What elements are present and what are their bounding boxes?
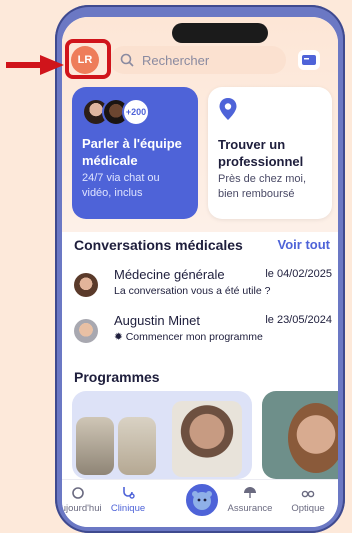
search-placeholder: Rechercher (142, 52, 210, 68)
conversation-name: Médecine générale (114, 267, 225, 282)
insurance-card-button[interactable] (298, 50, 320, 70)
conversation-subtitle-text: Commencer mon programme (125, 331, 263, 343)
tab-clinic[interactable]: Clinique (100, 486, 156, 514)
find-professional-card[interactable]: Trouver un professionnel Près de chez mo… (208, 87, 332, 219)
app-screen: LR Rechercher +200 Parler à l'équipe méd… (62, 17, 338, 527)
conversation-date: le 23/05/2024 (265, 314, 332, 326)
search-icon (120, 53, 134, 67)
conversation-date: le 04/02/2025 (265, 268, 332, 280)
bottom-tab-bar: Aujourd'hui Clinique Assurance Optique (62, 479, 338, 527)
program-photo (76, 417, 114, 475)
tab-label: Optique (291, 503, 325, 514)
home-icon (72, 487, 84, 499)
coach-avatar (74, 319, 98, 343)
doctors-avatars: +200 (82, 97, 188, 127)
tab-optics[interactable]: Optique (280, 486, 336, 514)
see-all-link[interactable]: Voir tout (278, 237, 330, 252)
tab-label: Aujourd'hui (62, 503, 102, 514)
search-bar[interactable]: Rechercher (110, 46, 286, 74)
location-pin-icon (219, 98, 237, 120)
tab-insurance[interactable]: Assurance (222, 486, 278, 514)
doctor-avatar (74, 273, 98, 297)
glasses-icon (301, 490, 315, 498)
coach-photo (172, 401, 242, 477)
card-icon (302, 55, 316, 65)
tab-label: Clinique (110, 503, 146, 514)
team-count-badge: +200 (122, 98, 150, 126)
conversation-item[interactable]: Médecine générale le 04/02/2025 La conve… (74, 267, 332, 307)
annotation-arrow (6, 55, 64, 75)
phone-notch (172, 23, 268, 43)
umbrella-icon (244, 487, 256, 498)
coach-photo (288, 403, 338, 473)
conversations-title: Conversations médicales (74, 237, 243, 253)
program-photo (118, 417, 156, 475)
stethoscope-icon (123, 487, 135, 499)
team-card-title: Parler à l'équipe médicale (82, 136, 182, 168)
conversation-name: Augustin Minet (114, 313, 200, 328)
programs-title: Programmes (74, 369, 160, 385)
tab-label: Assurance (227, 503, 273, 514)
pro-card-subtitle: Près de chez moi, bien remboursé (218, 173, 307, 200)
medical-team-card[interactable]: +200 Parler à l'équipe médicale 24/7 via… (72, 87, 198, 219)
annotation-highlight-box (65, 39, 111, 79)
programs-carousel[interactable] (72, 391, 338, 479)
conversation-item[interactable]: Augustin Minet le 23/05/2024 ✹ Commencer… (74, 313, 332, 353)
conversation-subtitle: ✹ Commencer mon programme (114, 331, 263, 343)
conversation-subtitle: La conversation vous a été utile ? (114, 285, 271, 297)
program-card[interactable] (72, 391, 252, 479)
pro-card-title: Trouver un professionnel (218, 137, 304, 169)
mascot-icon (192, 491, 212, 510)
mascot-button[interactable] (184, 482, 220, 518)
program-card[interactable] (262, 391, 338, 479)
sparkle-icon: ✹ (114, 331, 126, 343)
team-card-subtitle: 24/7 via chat ou vidéo, inclus (82, 172, 160, 199)
